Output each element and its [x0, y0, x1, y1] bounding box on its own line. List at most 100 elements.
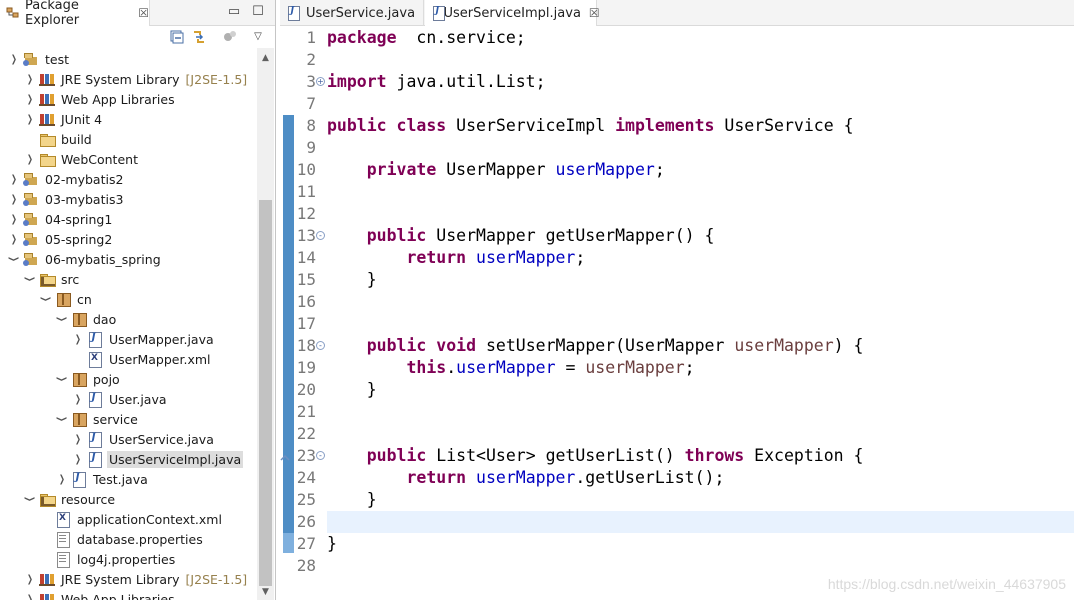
close-icon[interactable]: ☒	[138, 6, 149, 20]
chevron-down-icon[interactable]: ❯	[4, 255, 24, 263]
code-line[interactable]	[327, 423, 1074, 445]
collapse-fold-icon[interactable]: -	[316, 231, 325, 240]
explorer-scrollbar[interactable]: ▲ ▼	[257, 48, 274, 600]
code-line[interactable]	[327, 181, 1074, 203]
chevron-down-icon[interactable]: ❯	[20, 275, 40, 283]
package-explorer-tab[interactable]: Package Explorer ☒	[0, 0, 150, 28]
chevron-right-icon[interactable]: ❯	[10, 209, 18, 229]
tree-item[interactable]: ❯ User.java	[72, 389, 169, 409]
tree-item[interactable]: ❯ UserServiceImpl.java	[72, 449, 244, 469]
tree-item[interactable]: UserMapper.xml	[72, 349, 213, 369]
chevron-down-icon[interactable]: ❯	[36, 295, 56, 303]
code-line[interactable]	[327, 291, 1074, 313]
tree-item[interactable]: ❯ cn	[40, 289, 94, 309]
code-line[interactable]: package cn.service;	[327, 27, 1074, 49]
code-line[interactable]: }	[327, 533, 1074, 555]
chevron-right-icon[interactable]: ❯	[74, 449, 82, 469]
code-line[interactable]: public class UserServiceImpl implements …	[327, 115, 1074, 137]
code-line[interactable]: return userMapper.getUserList();	[327, 467, 1074, 489]
tree-item[interactable]: ❯ dao	[56, 309, 118, 329]
tree-item[interactable]: ❯ test	[8, 49, 71, 69]
chevron-right-icon[interactable]: ❯	[26, 109, 34, 129]
code-line[interactable]	[327, 137, 1074, 159]
tree-item[interactable]: ❯ service	[56, 409, 140, 429]
tree-item[interactable]: database.properties	[40, 529, 205, 549]
code-line[interactable]	[327, 203, 1074, 225]
tree-item[interactable]: ❯ pojo	[56, 369, 122, 389]
tree-item[interactable]: ❯ 04-spring1	[8, 209, 114, 229]
tab-userserviceimpl-java[interactable]: *UserServiceImpl.java ☒	[425, 0, 600, 26]
chevron-right-icon[interactable]: ❯	[74, 429, 82, 449]
tree-item[interactable]: ❯ UserMapper.java	[72, 329, 216, 349]
expand-fold-icon[interactable]: +	[316, 77, 325, 86]
code-line[interactable]	[327, 313, 1074, 335]
code-line[interactable]: public List<User> getUserList() throws E…	[327, 445, 1074, 467]
tree-item[interactable]: ❯ 06-mybatis_spring	[8, 249, 163, 269]
collapse-fold-icon[interactable]: -	[316, 341, 325, 350]
tree-item[interactable]: ❯ resource	[24, 489, 117, 509]
code-line[interactable]	[327, 93, 1074, 115]
focus-icon[interactable]	[222, 29, 238, 45]
tree-item[interactable]: ❯ Web App Libraries	[24, 589, 177, 600]
chevron-down-icon[interactable]: ❯	[52, 375, 72, 383]
chevron-right-icon[interactable]: ❯	[10, 49, 18, 69]
tree-item[interactable]: ❯ JRE System Library [J2SE-1.5]	[24, 569, 247, 589]
scrollbar-thumb[interactable]	[259, 200, 272, 586]
properties-file-icon	[55, 531, 71, 548]
chevron-right-icon[interactable]: ❯	[26, 89, 34, 109]
scroll-up-icon[interactable]: ▲	[257, 50, 274, 66]
tree-item[interactable]: ❯ UserService.java	[72, 429, 216, 449]
chevron-right-icon[interactable]: ❯	[26, 569, 34, 589]
maximize-icon[interactable]: ☐	[250, 4, 266, 20]
scroll-down-icon[interactable]: ▼	[257, 584, 274, 600]
tree-item[interactable]: ❯ 02-mybatis2	[8, 169, 125, 189]
tree-item[interactable]: ❯ Test.java	[56, 469, 150, 489]
code-line[interactable]: import java.util.List;	[327, 71, 1074, 93]
tree-item[interactable]: ❯ JRE System Library [J2SE-1.5]	[24, 69, 247, 89]
tab-userservice-java[interactable]: UserService.java	[280, 0, 424, 26]
code-line[interactable]	[327, 401, 1074, 423]
close-icon[interactable]: ☒	[589, 6, 600, 20]
tree-item[interactable]: ❯ 03-mybatis3	[8, 189, 125, 209]
tree-item[interactable]: build	[24, 129, 94, 149]
tab-label: UserService.java	[306, 5, 416, 21]
code-line[interactable]: private UserMapper userMapper;	[327, 159, 1074, 181]
chevron-right-icon[interactable]: ❯	[10, 189, 18, 209]
code-line[interactable]: }	[327, 269, 1074, 291]
code-line[interactable]: }	[327, 379, 1074, 401]
code-line[interactable]	[327, 555, 1074, 577]
code-line[interactable]: this.userMapper = userMapper;	[327, 357, 1074, 379]
code-line[interactable]: }	[327, 489, 1074, 511]
chevron-right-icon[interactable]: ❯	[26, 149, 34, 169]
collapse-all-icon[interactable]	[169, 29, 185, 45]
chevron-right-icon[interactable]: ❯	[74, 389, 82, 409]
tree-item[interactable]: ❯ src	[24, 269, 81, 289]
chevron-right-icon[interactable]: ❯	[74, 329, 82, 349]
code-line[interactable]: public void setUserMapper(UserMapper use…	[327, 335, 1074, 357]
chevron-down-icon[interactable]: ❯	[52, 415, 72, 423]
code-token: }	[327, 534, 337, 553]
tree-item[interactable]: applicationContext.xml	[40, 509, 224, 529]
tree-item[interactable]: ❯ Web App Libraries	[24, 89, 177, 109]
code-line[interactable]: return userMapper;	[327, 247, 1074, 269]
chevron-right-icon[interactable]: ❯	[26, 69, 34, 89]
tree-item[interactable]: log4j.properties	[40, 549, 177, 569]
view-menu-icon[interactable]: ▽	[250, 29, 266, 45]
chevron-right-icon[interactable]: ❯	[26, 589, 34, 600]
code-line[interactable]: public UserMapper getUserMapper() {	[327, 225, 1074, 247]
chevron-right-icon[interactable]: ❯	[10, 169, 18, 189]
code-line[interactable]	[327, 49, 1074, 71]
chevron-right-icon[interactable]: ❯	[10, 229, 18, 249]
minimize-icon[interactable]: ▭	[226, 4, 242, 20]
tree-item[interactable]: ❯ 05-spring2	[8, 229, 114, 249]
java-file-icon	[87, 331, 103, 348]
chevron-down-icon[interactable]: ❯	[52, 315, 72, 323]
tree-item[interactable]: ❯ JUnit 4	[24, 109, 104, 129]
code-line[interactable]	[327, 511, 1074, 533]
tree-item[interactable]: ❯ WebContent	[24, 149, 140, 169]
chevron-right-icon[interactable]: ❯	[58, 469, 66, 489]
collapse-fold-icon[interactable]: -	[316, 451, 325, 460]
chevron-down-icon[interactable]: ❯	[20, 495, 40, 503]
link-with-editor-icon[interactable]	[191, 29, 207, 45]
code-area[interactable]: package cn.service; import java.util.List…	[327, 26, 1074, 600]
